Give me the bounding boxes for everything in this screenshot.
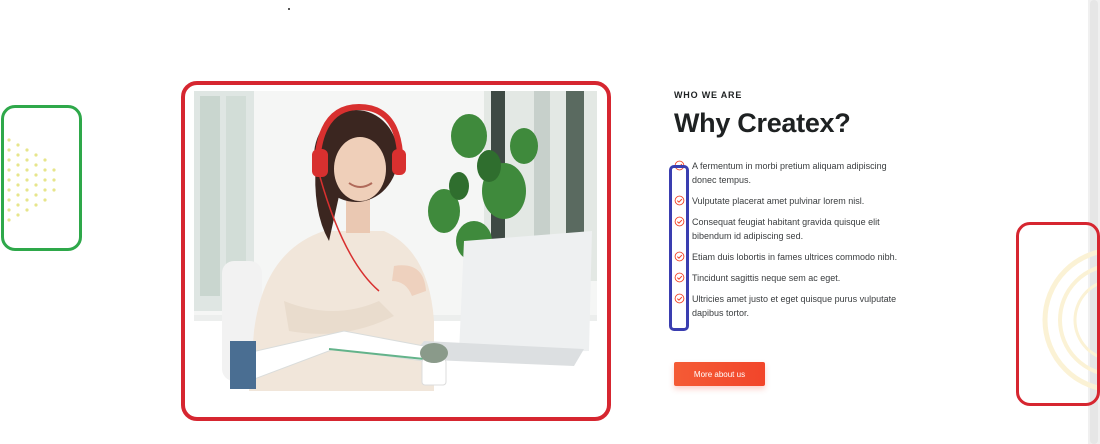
feature-text: Consequat feugiat habitant gravida quisq… <box>692 217 880 241</box>
feature-item: Ultricies amet justo et eget quisque pur… <box>674 292 904 320</box>
feature-item: Consequat feugiat habitant gravida quisq… <box>674 215 904 243</box>
feature-text: A fermentum in morbi pretium aliquam adi… <box>692 161 887 185</box>
why-createx-section: WHO WE ARE Why Createx? A fermentum in m… <box>674 90 914 327</box>
feature-list: A fermentum in morbi pretium aliquam adi… <box>674 159 914 320</box>
feature-item: Vulputate placerat amet pulvinar lorem n… <box>674 194 904 208</box>
feature-item: A fermentum in morbi pretium aliquam adi… <box>674 159 904 187</box>
feature-text: Tincidunt sagittis neque sem ac eget. <box>692 273 841 283</box>
feature-text: Etiam duis lobortis in fames ultrices co… <box>692 252 898 262</box>
highlight-box-photo <box>181 81 611 421</box>
section-eyebrow: WHO WE ARE <box>674 90 743 100</box>
highlight-box-rings <box>1016 222 1100 406</box>
highlight-box-dot-pattern <box>1 105 82 251</box>
stray-dot <box>288 8 290 10</box>
feature-item: Tincidunt sagittis neque sem ac eget. <box>674 271 904 285</box>
feature-item: Etiam duis lobortis in fames ultrices co… <box>674 250 904 264</box>
feature-text: Vulputate placerat amet pulvinar lorem n… <box>692 196 865 206</box>
more-about-us-button[interactable]: More about us <box>674 362 765 386</box>
highlight-box-check-icons <box>669 165 689 331</box>
feature-text: Ultricies amet justo et eget quisque pur… <box>692 294 897 318</box>
section-title: Why Createx? <box>674 108 851 138</box>
